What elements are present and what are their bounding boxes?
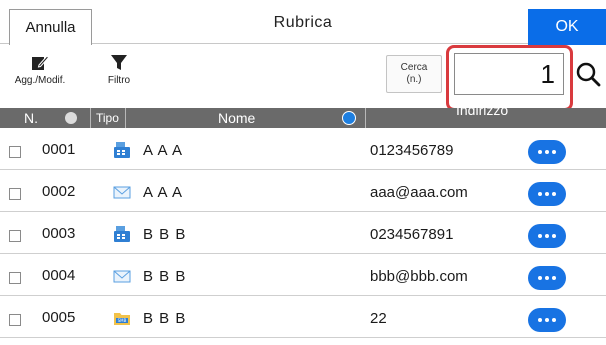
search-label-line2: (n.) — [406, 74, 422, 85]
filter-icon — [111, 55, 127, 70]
search-label-line1: Cerca — [400, 62, 428, 73]
more-options-button[interactable] — [528, 308, 566, 332]
search-icon[interactable] — [575, 61, 601, 87]
table-row[interactable]: 0001 A A A 0123456789 — [0, 128, 606, 170]
row-checkbox[interactable] — [9, 146, 21, 158]
table-row[interactable]: 0005 SMB B B B 22 — [0, 296, 606, 338]
row-name: B B B — [143, 226, 187, 243]
column-divider — [125, 108, 126, 128]
row-name: B B B — [143, 268, 187, 285]
row-checkbox[interactable] — [9, 272, 21, 284]
column-number[interactable]: N. — [24, 108, 38, 128]
row-name: A A A — [143, 142, 184, 159]
email-icon — [113, 270, 131, 283]
add-edit-label: Agg./Modif. — [14, 75, 66, 86]
row-number: 0001 — [42, 141, 76, 158]
more-options-button[interactable] — [528, 182, 566, 206]
column-divider — [365, 108, 366, 128]
row-checkbox[interactable] — [9, 314, 21, 326]
row-address: bbb@bbb.com — [370, 268, 468, 285]
row-address: 0234567891 — [370, 226, 454, 243]
row-address: aaa@aaa.com — [370, 184, 468, 201]
row-number: 0004 — [42, 267, 76, 284]
table-header: N. Tipo Nome Indirizzo — [0, 102, 606, 128]
row-number: 0002 — [42, 183, 76, 200]
row-checkbox[interactable] — [9, 230, 21, 242]
column-divider — [90, 108, 91, 128]
more-options-button[interactable] — [528, 266, 566, 290]
table-row[interactable]: 0002 A A A aaa@aaa.com — [0, 170, 606, 212]
table-row[interactable]: 0003 B B B 0234567891 — [0, 212, 606, 254]
ok-button[interactable]: OK — [528, 9, 606, 45]
search-by-number-button[interactable]: Cerca (n.) — [386, 55, 442, 93]
row-address: 22 — [370, 310, 387, 327]
page-title: Rubrica — [273, 14, 333, 31]
sort-name-icon[interactable] — [342, 111, 356, 125]
column-type: Tipo — [96, 111, 119, 125]
top-bar: Annulla Rubrica OK — [0, 0, 606, 45]
filter-label: Filtro — [107, 75, 131, 86]
more-options-button[interactable] — [528, 140, 566, 164]
sort-number-icon[interactable] — [65, 112, 77, 124]
row-number: 0005 — [42, 309, 76, 326]
row-name: A A A — [143, 184, 184, 201]
fax-icon — [114, 142, 130, 158]
svg-text:SMB: SMB — [118, 318, 127, 323]
row-address: 0123456789 — [370, 142, 454, 159]
smb-folder-icon: SMB — [114, 313, 130, 325]
row-checkbox[interactable] — [9, 188, 21, 200]
filter-button[interactable]: Filtro — [96, 54, 142, 86]
row-name: B B B — [143, 310, 187, 327]
more-options-button[interactable] — [528, 224, 566, 248]
add-edit-button[interactable]: Agg./Modif. — [10, 54, 70, 86]
edit-icon — [32, 55, 49, 70]
column-name[interactable]: Nome — [218, 108, 255, 128]
column-address: Indirizzo — [456, 102, 509, 118]
table-row[interactable]: 0004 B B B bbb@bbb.com — [0, 254, 606, 296]
fax-icon — [114, 226, 130, 242]
search-input[interactable]: 1 — [454, 53, 564, 95]
row-number: 0003 — [42, 225, 76, 242]
email-icon — [113, 186, 131, 199]
